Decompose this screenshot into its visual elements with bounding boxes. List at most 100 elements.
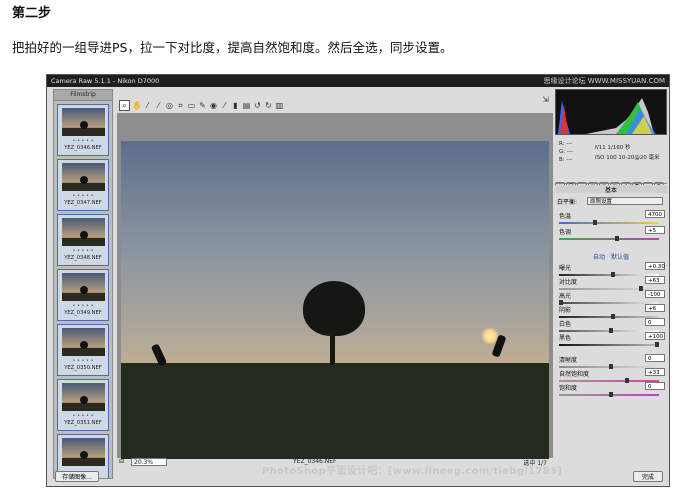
slider-thumb[interactable]	[655, 342, 659, 347]
default-link[interactable]: 默认值	[611, 254, 629, 261]
thumbnail[interactable]: • • • • • YEZ_0349.NEF	[57, 269, 109, 321]
thumbnail-image	[62, 273, 105, 301]
g-readout: G: ---	[559, 149, 573, 155]
color-sampler-icon[interactable]: ⁄	[154, 101, 163, 110]
tree-icon	[80, 231, 88, 239]
slider-track[interactable]	[559, 378, 659, 383]
slider-value[interactable]: 0	[645, 318, 665, 326]
rating-dots[interactable]: • • • • •	[58, 358, 108, 364]
slider-value[interactable]: 0	[645, 354, 665, 362]
slider-label: 自然饱和度	[559, 371, 590, 378]
slider-value[interactable]: +100	[645, 332, 665, 340]
filmstrip-header: Filmstrip	[54, 90, 112, 101]
rotate-right-icon[interactable]: ↻	[264, 101, 273, 110]
slider-value[interactable]: 0	[645, 382, 665, 390]
targeted-adjust-icon[interactable]: ◎	[165, 101, 174, 110]
trash-icon[interactable]: ▥	[275, 101, 284, 110]
slider-track[interactable]	[559, 300, 659, 305]
thumbnail[interactable]: • • • • • YEZ_0350.NEF	[57, 324, 109, 376]
thumbnail-image	[62, 163, 105, 191]
rating-dots[interactable]: • • • • •	[58, 138, 108, 144]
ground	[121, 363, 549, 459]
done-button[interactable]: 完成	[633, 471, 663, 482]
slider-value[interactable]: +63	[645, 276, 665, 284]
slider-track[interactable]	[559, 272, 659, 277]
slider-track[interactable]	[559, 286, 659, 291]
camera-info: R: --- G: --- B: --- f/11 1/160 秒 ISO 10…	[555, 137, 667, 171]
slider-value[interactable]: +0.30	[645, 262, 665, 270]
thumbnail-image	[62, 218, 105, 246]
tree-icon	[80, 451, 88, 459]
histogram	[555, 89, 667, 135]
slider-label: 对比度	[559, 279, 578, 286]
auto-link[interactable]: 自动	[593, 254, 605, 261]
slider-thumb[interactable]	[609, 364, 613, 369]
auto-links: 自动 默认值	[593, 252, 635, 261]
thumbnail-name: YEZ_0346.NEF	[64, 145, 102, 151]
thumbnail[interactable]: • • • • • YEZ_0346.NEF	[57, 104, 109, 156]
slider-thumb[interactable]	[639, 286, 643, 291]
rating-dots[interactable]: • • • • •	[58, 413, 108, 419]
right-panel: R: --- G: --- B: --- f/11 1/160 秒 ISO 10…	[555, 89, 667, 485]
slider-thumb[interactable]	[609, 328, 613, 333]
panel-title: 基本	[555, 185, 667, 194]
tree-trunk	[330, 333, 335, 365]
zoom-select[interactable]: 20.3%	[131, 458, 167, 466]
filmstrip[interactable]: Filmstrip • • • • • YEZ_0346.NEF • • • • …	[53, 89, 113, 479]
thumbnail-image	[62, 328, 105, 356]
slider-thumb[interactable]	[593, 220, 597, 225]
tree-icon	[80, 341, 88, 349]
thumbnail[interactable]: • • • • • YEZ_0351.NEF	[57, 379, 109, 431]
zoom-tool-icon[interactable]: ⌕	[119, 100, 130, 111]
fullscreen-icon[interactable]: ⇲	[541, 95, 550, 104]
thumbnail-name: YEZ_0348.NEF	[64, 255, 102, 261]
brush-icon[interactable]: ⁄	[220, 101, 229, 110]
window-titlebar: Camera Raw 5.1.1 - Nikon D7000 思缘设计论坛 WW…	[47, 75, 669, 87]
white-balance-icon[interactable]: ⁄	[143, 101, 152, 110]
thumbnail-name: YEZ_0350.NEF	[64, 365, 102, 371]
wb-select[interactable]: 原照设置	[587, 197, 663, 205]
slider-label: 黑色	[559, 335, 572, 342]
save-image-button[interactable]: 存储图像...	[55, 471, 99, 482]
hand-tool-icon[interactable]: ✋	[132, 101, 142, 110]
graduated-filter-icon[interactable]: ▮	[231, 101, 240, 110]
slider-value[interactable]: -100	[645, 290, 665, 298]
slider-label: 白色	[559, 321, 572, 328]
slider-track[interactable]	[559, 328, 659, 333]
slider-track[interactable]	[559, 392, 659, 397]
slider-thumb[interactable]	[625, 378, 629, 383]
slider-value[interactable]: 4700	[645, 210, 665, 218]
slider-thumb[interactable]	[615, 236, 619, 241]
rating-dots[interactable]: • • • • •	[58, 303, 108, 309]
top-watermark: 思缘设计论坛 WWW.MISSYUAN.COM	[543, 77, 666, 85]
thumbnail[interactable]: • • • • • YEZ_0347.NEF	[57, 159, 109, 211]
crop-icon[interactable]: ⌗	[176, 101, 185, 110]
slider-thumb[interactable]	[611, 272, 615, 277]
tool-bar: ⌕ ✋ ⁄ ⁄ ◎ ⌗ ▭ ✎ ◉ ⁄ ▮ ▤ ↺ ↻ ▥	[119, 93, 529, 111]
slider-track[interactable]	[559, 364, 659, 369]
exposure-info: f/11 1/160 秒	[595, 145, 631, 151]
step-heading: 第二步	[12, 6, 52, 21]
rating-dots[interactable]: • • • • •	[58, 193, 108, 199]
thumbnail[interactable]: • • • • • YEZ_0348.NEF	[57, 214, 109, 266]
thumbnail-name: YEZ_0351.NEF	[64, 420, 102, 426]
slider-track[interactable]	[559, 236, 659, 241]
straighten-icon[interactable]: ▭	[187, 101, 196, 110]
slider-track[interactable]	[559, 342, 659, 347]
slider-thumb[interactable]	[609, 392, 613, 397]
slider-value[interactable]: +6	[645, 304, 665, 312]
prefs-icon[interactable]: ▤	[242, 101, 251, 110]
rotate-left-icon[interactable]: ↺	[253, 101, 262, 110]
slider-label: 饱和度	[559, 385, 578, 392]
red-eye-icon[interactable]: ◉	[209, 101, 218, 110]
slider-thumb[interactable]	[611, 314, 615, 319]
zoom-out-icon[interactable]: ⊟	[119, 458, 124, 465]
slider-label: 曝光	[559, 265, 572, 272]
slider-value[interactable]: +33	[645, 368, 665, 376]
spot-removal-icon[interactable]: ✎	[198, 101, 207, 110]
tree-icon	[80, 396, 88, 404]
slider-value[interactable]: +5	[645, 226, 665, 234]
slider-track[interactable]	[559, 220, 659, 225]
rating-dots[interactable]: • • • • •	[58, 248, 108, 254]
slider-track[interactable]	[559, 314, 659, 319]
